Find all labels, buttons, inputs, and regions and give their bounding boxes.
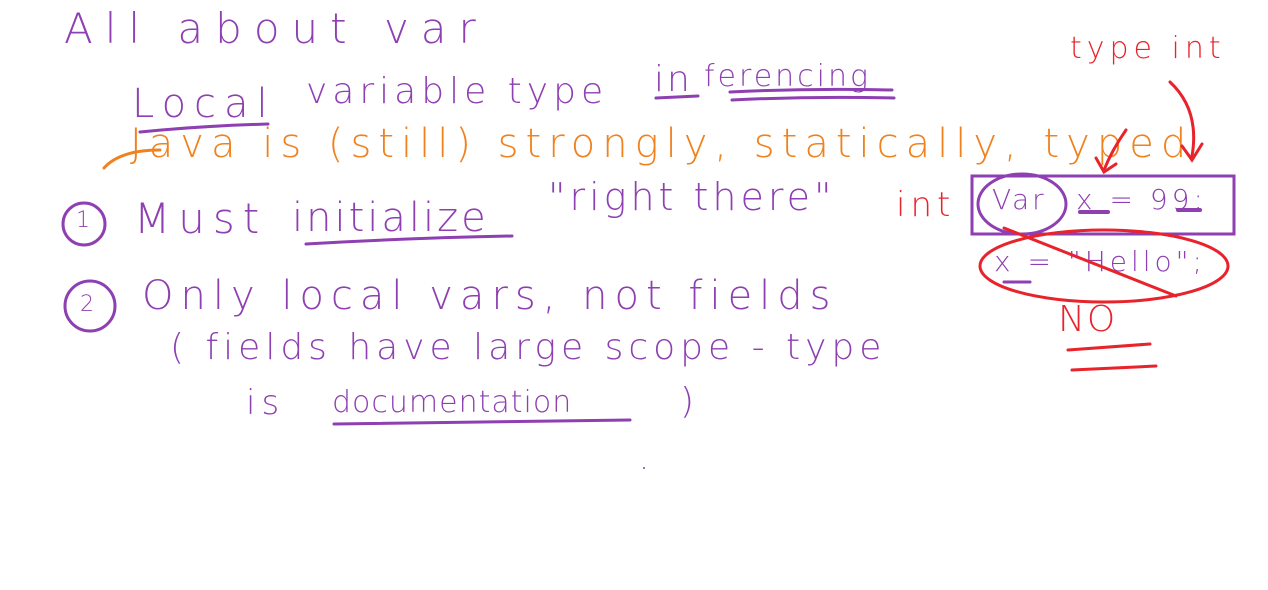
- declaration-box: [970, 174, 1236, 236]
- in-underline: [654, 94, 700, 100]
- initialize-underline: [304, 234, 514, 246]
- ferencing-underline-2: [730, 95, 896, 102]
- ink-strokes: [61, 80, 1236, 469]
- reassign-strike: [1002, 226, 1178, 298]
- stray-dot: [643, 467, 645, 469]
- documentation-underline: [332, 418, 632, 426]
- whiteboard-canvas: All about var Local variable type in fer…: [0, 0, 1268, 590]
- java-curve: [102, 148, 162, 170]
- ferencing-underline-1: [728, 87, 894, 94]
- no-underline-1: [1066, 342, 1152, 352]
- local-underline: [138, 122, 270, 134]
- point-1-circle: [61, 201, 107, 247]
- var-oval: [976, 172, 1068, 236]
- no-underline-2: [1070, 364, 1158, 372]
- point-2-circle: [63, 279, 117, 333]
